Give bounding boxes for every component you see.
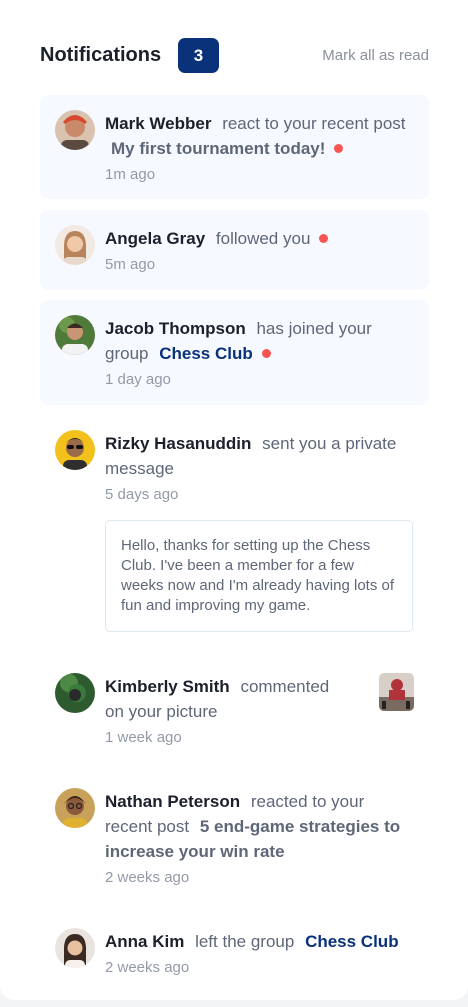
avatar[interactable]	[55, 673, 95, 713]
user-name[interactable]: Rizky Hasanuddin	[105, 434, 251, 453]
notification-item[interactable]: Anna Kim left the group Chess Club 2 wee…	[40, 913, 429, 993]
timestamp: 5m ago	[105, 256, 156, 273]
private-message[interactable]: Hello, thanks for setting up the Chess C…	[105, 520, 413, 632]
commented-picture-thumbnail[interactable]	[379, 673, 414, 711]
user-name[interactable]: Nathan Peterson	[105, 792, 240, 811]
group-link[interactable]: Chess Club	[159, 344, 253, 363]
avatar[interactable]	[55, 430, 95, 470]
timestamp: 2 weeks ago	[105, 869, 190, 886]
unread-count-badge: 3	[178, 38, 219, 73]
user-name[interactable]: Mark Webber	[105, 114, 211, 133]
timestamp: 2 weeks ago	[105, 959, 190, 976]
timestamp: 1 week ago	[105, 729, 182, 746]
avatar[interactable]	[55, 788, 95, 828]
unread-dot	[334, 144, 344, 153]
unread-dot	[261, 349, 271, 358]
post-link[interactable]: My first tournament today!	[111, 139, 325, 158]
unread-dot	[319, 234, 329, 243]
mark-all-as-read-button[interactable]: Mark all as read	[322, 47, 429, 64]
timestamp: 5 days ago	[105, 486, 179, 503]
notification-item[interactable]: Jacob Thompson has joined your group Che…	[40, 300, 429, 405]
notifications-header: Notifications 3 Mark all as read	[40, 38, 429, 74]
user-name[interactable]: Anna Kim	[105, 932, 184, 951]
avatar[interactable]	[55, 315, 95, 355]
notification-item[interactable]: Rizky Hasanuddin sent you a private mess…	[40, 415, 429, 640]
group-link[interactable]: Chess Club	[305, 932, 399, 951]
avatar[interactable]	[55, 110, 95, 150]
notification-item[interactable]: Mark Webber react to your recent post My…	[40, 95, 429, 199]
notification-action: react to your recent post	[222, 114, 406, 133]
user-name[interactable]: Kimberly Smith	[105, 677, 230, 696]
user-name[interactable]: Jacob Thompson	[105, 319, 246, 338]
avatar[interactable]	[55, 225, 95, 265]
notification-action: followed you	[215, 229, 311, 248]
notifications-card: Notifications 3 Mark all as read Mark We…	[0, 0, 468, 1000]
avatar[interactable]	[55, 928, 95, 968]
user-name[interactable]: Angela Gray	[105, 229, 205, 248]
timestamp: 1 day ago	[105, 371, 171, 388]
notification-action: left the group	[195, 932, 295, 951]
notification-item[interactable]: Angela Gray followed you 5m ago	[40, 210, 429, 290]
notification-item[interactable]: Kimberly Smith commented on your picture…	[40, 658, 429, 758]
notification-item[interactable]: Nathan Peterson reacted to your recent p…	[40, 773, 429, 898]
timestamp: 1m ago	[105, 166, 156, 183]
page-title: Notifications	[40, 44, 162, 66]
